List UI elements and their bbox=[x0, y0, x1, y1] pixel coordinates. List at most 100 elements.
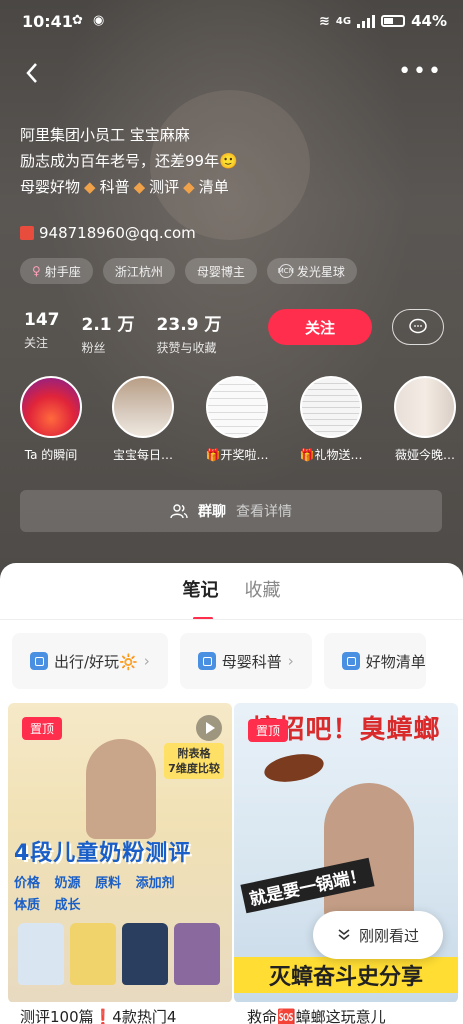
diamond-icon: ◆ bbox=[183, 178, 195, 196]
follow-button[interactable]: 关注 bbox=[268, 309, 372, 345]
tag-label: 射手座 bbox=[44, 264, 81, 279]
stat-following[interactable]: 147 关注 bbox=[24, 310, 60, 356]
highlight-item[interactable]: Ta 的瞬间 bbox=[15, 376, 87, 463]
card-photo-person bbox=[86, 739, 156, 839]
highlight-label: 薇娅今晚… bbox=[394, 448, 455, 462]
double-chevron-down-icon bbox=[338, 929, 350, 941]
collection-item[interactable]: 出行/好玩🔆 › bbox=[12, 633, 168, 689]
overlay-word: 价格 bbox=[14, 876, 41, 891]
bio-line-1: 阿里集团小员工 宝宝麻麻 bbox=[20, 126, 190, 144]
tab-favorites[interactable]: 收藏 bbox=[245, 576, 281, 612]
content-tabs: 笔记 收藏 bbox=[0, 576, 463, 620]
tab-notes[interactable]: 笔记 bbox=[183, 576, 219, 620]
recently-viewed-button[interactable]: 刚刚看过 bbox=[313, 911, 443, 959]
status-time: 10:41 bbox=[22, 12, 73, 31]
note-card[interactable]: 置顶 附表格 7维度比较 4段儿童奶粉测评 价格 奶源 原料 添加剂 体质 成长 bbox=[8, 703, 232, 1003]
profile-email: 948718960@qq.com bbox=[20, 224, 196, 242]
tag-location: 浙江杭州 bbox=[102, 258, 175, 284]
stat-followers[interactable]: 2.1 万 粉丝 bbox=[82, 310, 135, 356]
bio-line-2: 励志成为百年老号，还差99年🙂 bbox=[20, 152, 238, 170]
bio-line-3: 母婴好物 ◆ 科普 ◆ 测评 ◆ 清单 bbox=[20, 174, 238, 200]
email-text: 948718960@qq.com bbox=[39, 224, 196, 242]
profile-bio: 阿里集团小员工 宝宝麻麻 励志成为百年老号，还差99年🙂 母婴好物 ◆ 科普 ◆ 测评 ◆… bbox=[20, 122, 238, 200]
card-overlay-bottom: 灭蟑奋斗史分享 bbox=[234, 957, 458, 993]
product-can bbox=[174, 923, 220, 985]
bio-topic: 母婴好物 bbox=[20, 178, 81, 196]
card-photo-person bbox=[324, 783, 414, 923]
collection-icon bbox=[197, 652, 216, 670]
stat-value: 2.1 万 bbox=[81, 315, 135, 335]
card-caption[interactable]: 测评100篇❗4款热门4 bbox=[20, 1006, 230, 1024]
wifi-icon: ≋ bbox=[319, 13, 330, 29]
card-side-note: 附表格 7维度比较 bbox=[164, 743, 224, 779]
product-can bbox=[18, 923, 64, 985]
back-arrow-icon[interactable] bbox=[18, 58, 48, 88]
highlight-item[interactable]: 🎁开奖啦… bbox=[201, 376, 273, 463]
card-caption[interactable]: 救命🆘蟑螂这玩意儿 bbox=[247, 1006, 457, 1024]
chevron-right-icon: › bbox=[143, 652, 150, 670]
card-overlay-words: 价格 奶源 原料 添加剂 体质 成长 bbox=[14, 873, 228, 917]
profile-stats: 147 关注 2.1 万 粉丝 23.9 万 获赞与收藏 bbox=[24, 310, 221, 356]
profile-tags: ♀ 射手座 浙江杭州 母婴博主 MCN 发光星球 bbox=[20, 258, 357, 284]
collections-row: 出行/好玩🔆 › 母婴科普 › 好物清单 bbox=[12, 633, 426, 689]
group-chat-label: 群聊 bbox=[198, 504, 226, 520]
network-label: 4G bbox=[335, 15, 352, 27]
overlay-word: 体质 bbox=[14, 898, 41, 913]
overlay-word: 成长 bbox=[54, 898, 81, 913]
overlay-word: 添加剂 bbox=[135, 876, 175, 891]
stat-label: 关注 bbox=[24, 336, 49, 350]
highlight-thumb bbox=[394, 376, 456, 438]
diamond-icon: ◆ bbox=[84, 178, 96, 196]
collection-icon bbox=[341, 652, 360, 670]
recently-viewed-label: 刚刚看过 bbox=[358, 926, 419, 945]
bio-topic: 科普 bbox=[99, 178, 130, 196]
battery-icon bbox=[381, 15, 406, 27]
tag-label: 母婴博主 bbox=[196, 264, 245, 279]
highlight-item[interactable]: 薇娅今晚… bbox=[389, 376, 461, 463]
stat-likes[interactable]: 23.9 万 获赞与收藏 bbox=[157, 310, 222, 356]
tag-occupation: 母婴博主 bbox=[184, 258, 257, 284]
collection-label: 好物清单 bbox=[365, 652, 426, 671]
female-icon: ♀ bbox=[32, 264, 41, 278]
stat-value: 23.9 万 bbox=[156, 315, 222, 335]
overlay-word: 原料 bbox=[95, 876, 122, 891]
chat-bubble-icon bbox=[409, 318, 427, 334]
tag-mcn[interactable]: MCN 发光星球 bbox=[266, 258, 357, 284]
tag-label: 浙江杭州 bbox=[114, 264, 163, 279]
highlight-item[interactable]: 宝宝每日… bbox=[107, 376, 179, 463]
group-chat-bar[interactable]: 群聊 查看详情 bbox=[20, 490, 442, 532]
collection-item[interactable]: 好物清单 bbox=[323, 633, 426, 689]
more-dots-icon[interactable]: ••• bbox=[398, 61, 443, 83]
bio-topic: 清单 bbox=[198, 178, 229, 196]
notification-icons: ✿ ◉ bbox=[72, 13, 108, 28]
message-button[interactable] bbox=[392, 309, 444, 345]
highlight-item[interactable]: 🎁礼物送… bbox=[295, 376, 367, 463]
diamond-icon: ◆ bbox=[133, 178, 146, 196]
product-cans bbox=[18, 923, 220, 985]
tabs-divider bbox=[0, 619, 463, 620]
highlights-row: Ta 的瞬间 宝宝每日… 🎁开奖啦… 🎁礼物送… 薇娅今晚… bbox=[0, 376, 463, 470]
highlight-label: 🎁开奖啦… bbox=[205, 448, 269, 462]
status-bar: 10:41 ✿ ◉ ≋ 4G 44% bbox=[0, 0, 463, 44]
back-arrow-glyph bbox=[26, 63, 37, 83]
group-chat-detail: 查看详情 bbox=[236, 504, 292, 520]
signal-icon bbox=[357, 14, 376, 28]
highlight-thumb bbox=[206, 376, 268, 438]
card-overlay-title: 4段儿童奶粉测评 bbox=[14, 841, 192, 866]
tag-zodiac: ♀ 射手座 bbox=[20, 258, 93, 284]
pinned-badge: 置顶 bbox=[248, 719, 289, 742]
overlay-word: 奶源 bbox=[54, 876, 81, 891]
chevron-right-icon: › bbox=[287, 652, 294, 670]
play-icon bbox=[196, 715, 222, 741]
status-right: ≋ 4G 44% bbox=[319, 12, 447, 30]
bio-topic: 测评 bbox=[149, 178, 180, 196]
card-captions: 测评100篇❗4款热门4 救命🆘蟑螂这玩意儿 bbox=[0, 1002, 463, 1024]
collection-label: 出行/好玩🔆 bbox=[54, 652, 138, 671]
collection-label: 母婴科普 bbox=[221, 652, 282, 671]
collection-item[interactable]: 母婴科普 › bbox=[179, 633, 312, 689]
battery-percent: 44% bbox=[411, 12, 447, 30]
stat-label: 粉丝 bbox=[81, 341, 106, 355]
mcn-icon: MCN bbox=[278, 264, 294, 278]
highlight-thumb bbox=[112, 376, 174, 438]
mailbox-icon bbox=[20, 226, 34, 240]
